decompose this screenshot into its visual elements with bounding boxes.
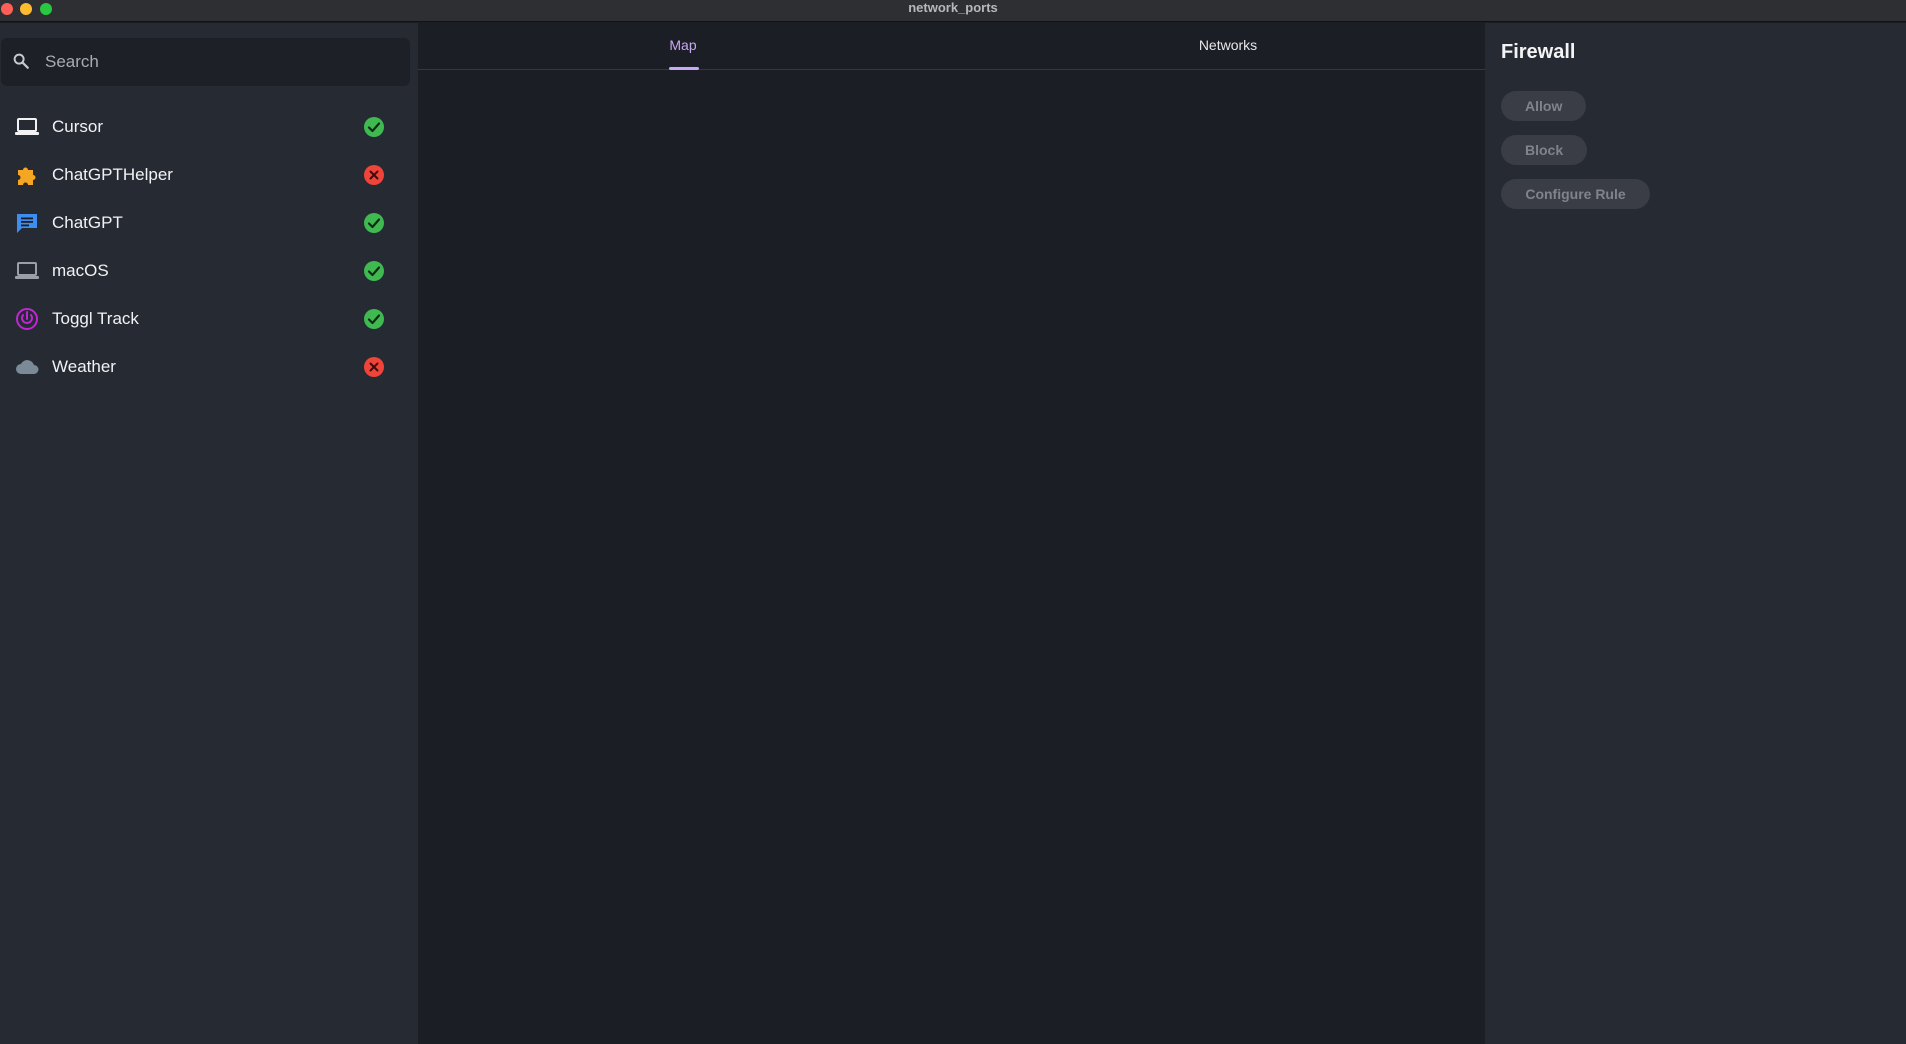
app-item-cursor[interactable]: Cursor	[0, 103, 418, 151]
app-label: ChatGPTHelper	[52, 165, 173, 184]
block-button[interactable]: Block	[1501, 135, 1587, 165]
check-circle-icon	[364, 261, 384, 281]
app-list: Cursor ChatGPTHelper ChatGPT macOS Toggl…	[0, 103, 418, 391]
cloud-icon	[16, 360, 39, 374]
main-content: Map Networks	[418, 23, 1485, 1044]
firewall-panel: Firewall Allow Block Configure Rule	[1485, 23, 1906, 1044]
search-icon	[13, 53, 29, 69]
app-label: macOS	[52, 261, 109, 280]
app-label: Weather	[52, 357, 116, 376]
title-bar: network_ports	[0, 0, 1906, 22]
chat-icon	[17, 214, 37, 233]
app-item-chatgpt[interactable]: ChatGPT	[0, 199, 418, 247]
configure-rule-button[interactable]: Configure Rule	[1501, 179, 1650, 209]
app-label: ChatGPT	[52, 213, 123, 232]
map-canvas[interactable]	[418, 71, 1485, 1044]
check-circle-icon	[364, 117, 384, 137]
search-input[interactable]	[45, 38, 405, 86]
check-circle-icon	[364, 309, 384, 329]
app-label: Toggl Track	[52, 309, 139, 328]
app-label: Cursor	[52, 117, 104, 136]
tab-label: Networks	[1198, 37, 1258, 53]
app-item-toggl-track[interactable]: Toggl Track	[0, 295, 418, 343]
toggl-icon	[16, 308, 38, 330]
window-title: network_ports	[908, 0, 998, 15]
active-tab-indicator	[669, 67, 699, 70]
sidebar: Cursor ChatGPTHelper	[0, 23, 418, 1044]
search-bar[interactable]	[1, 38, 410, 86]
puzzle-icon	[18, 167, 36, 185]
app-window: network_ports Cursor	[0, 0, 1906, 1044]
tab-networks[interactable]: Networks	[1178, 23, 1278, 70]
tab-bar: Map Networks	[418, 23, 1485, 70]
tab-label: Map	[669, 37, 697, 53]
x-circle-icon	[364, 357, 384, 377]
check-circle-icon	[364, 213, 384, 233]
laptop-icon	[15, 262, 39, 279]
x-circle-icon	[364, 165, 384, 185]
panel-title: Firewall	[1501, 41, 1576, 63]
tab-map[interactable]: Map	[658, 23, 708, 70]
app-item-chatgpthelper[interactable]: ChatGPTHelper	[0, 151, 418, 199]
allow-button[interactable]: Allow	[1501, 91, 1586, 121]
app-item-macos[interactable]: macOS	[0, 247, 418, 295]
app-item-weather[interactable]: Weather	[0, 343, 418, 391]
laptop-icon	[15, 118, 39, 135]
